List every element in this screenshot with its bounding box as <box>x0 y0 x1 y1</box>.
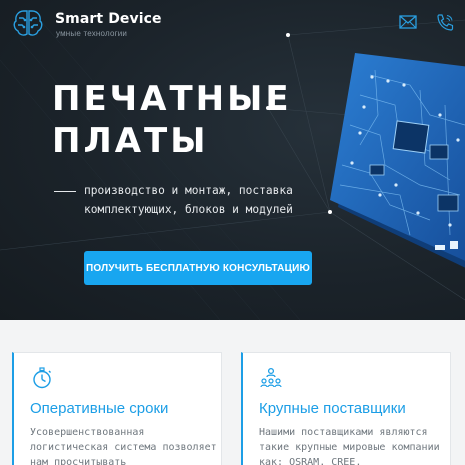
hero-title-line-2: ПЛАТЫ <box>52 121 209 161</box>
free-consultation-button[interactable]: ПОЛУЧИТЬ БЕСПЛАТНУЮ КОНСУЛЬТАЦИЮ <box>84 251 312 285</box>
site-header: Smart Device умные технологии <box>0 0 465 48</box>
subtitle-dash <box>54 191 76 192</box>
feature-card-fast-delivery: Оперативные сроки Усовершенствованная ло… <box>12 352 222 465</box>
hero-subtitle: производство и монтаж, поставка комплект… <box>84 184 293 216</box>
feature-title: Оперативные сроки <box>30 400 169 417</box>
brand-name[interactable]: Smart Device <box>55 11 162 27</box>
supplier-network-icon <box>260 367 282 388</box>
circuit-board-image <box>330 53 465 268</box>
hero-title: ПЕЧАТНЫЕ ПЛАТЫ <box>52 78 292 162</box>
feature-text: Усовершенствованная логистическая систем… <box>30 427 217 465</box>
brain-circuit-logo[interactable] <box>12 7 48 39</box>
mail-icon[interactable] <box>398 13 418 31</box>
hero-section: Smart Device умные технологии ПЕЧАТНЫЕ П… <box>0 0 465 320</box>
stopwatch-icon <box>33 367 51 389</box>
feature-card-major-suppliers: Крупные поставщики Нашими поставщиками я… <box>241 352 451 465</box>
hero-title-line-1: ПЕЧАТНЫЕ <box>52 79 292 119</box>
phone-icon[interactable] <box>435 13 455 31</box>
feature-text: Нашими поставщиками являются такие крупн… <box>259 427 440 465</box>
brand-tagline: умные технологии <box>56 29 128 38</box>
feature-title: Крупные поставщики <box>259 400 406 417</box>
